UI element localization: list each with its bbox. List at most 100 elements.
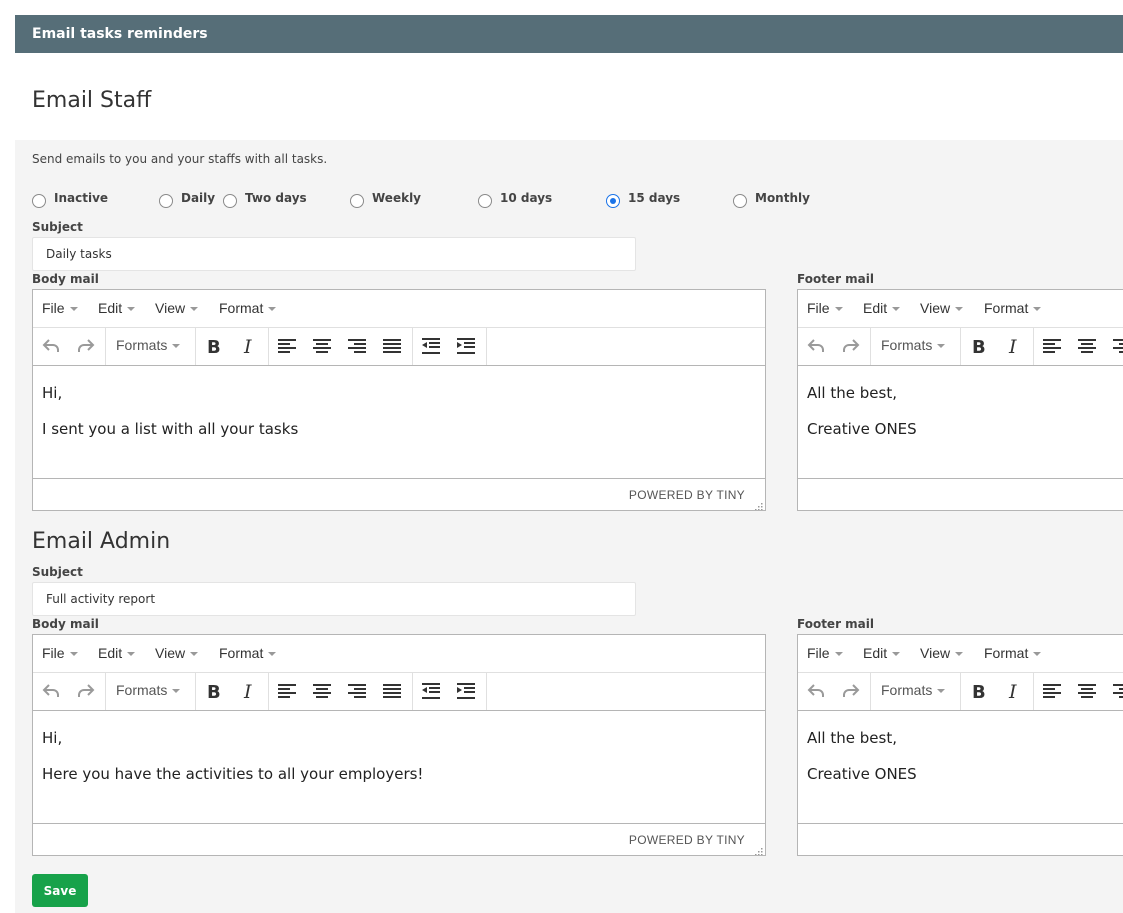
redo-button[interactable] [841,681,865,701]
italic-icon: I [1004,681,1028,701]
radio-weekly[interactable] [350,194,364,208]
indent-icon [456,681,480,701]
undo-icon [41,681,65,701]
formats-dropdown[interactable]: Formats [881,682,946,698]
bold-button[interactable]: B [968,681,992,701]
menu-format[interactable]: Format [984,645,1042,661]
editor-content[interactable]: All the best, Creative ONES [798,712,1123,822]
editor-paragraph: I sent you a list with all your tasks [42,420,299,438]
italic-button[interactable]: I [1004,681,1028,701]
menu-view[interactable]: View [920,645,964,661]
radio-monthly[interactable] [733,194,747,208]
menu-edit[interactable]: Edit [863,300,901,316]
menu-format[interactable]: Format [219,300,277,316]
menu-edit[interactable]: Edit [98,300,136,316]
bold-button[interactable]: B [968,336,992,356]
chevron-down-icon [937,689,946,694]
toolbar-divider [960,673,961,710]
undo-button[interactable] [41,336,65,356]
editor-content[interactable]: All the best, Creative ONES [798,367,1123,477]
chevron-down-icon [69,307,78,312]
menu-file[interactable]: File [807,645,843,661]
editor-content[interactable]: Hi, Here you have the activities to all y… [33,712,765,822]
align-center-icon [1077,336,1101,356]
outdent-button[interactable] [421,681,445,701]
align-right-button[interactable] [1112,681,1123,701]
staff-body-editor: File Edit View Format B I Formats Hi, I sent you… [32,289,766,511]
radio-two-days[interactable] [223,194,237,208]
undo-button[interactable] [806,681,830,701]
undo-button[interactable] [806,336,830,356]
align-justify-button[interactable] [382,681,406,701]
align-justify-button[interactable] [382,336,406,356]
align-center-button[interactable] [312,336,336,356]
menu-view[interactable]: View [155,645,199,661]
admin-subject-input[interactable]: Full activity report [32,582,636,616]
toolbar-divider [486,328,487,365]
radio-daily[interactable] [159,194,173,208]
powered-by-link[interactable]: POWERED BY TINY [629,488,745,502]
menu-file[interactable]: File [42,645,78,661]
undo-icon [806,681,830,701]
menu-file[interactable]: File [807,300,843,316]
radio-15-days[interactable] [606,194,620,208]
menu-view[interactable]: View [920,300,964,316]
formats-dropdown[interactable]: Formats [881,337,946,353]
align-left-button[interactable] [1042,681,1066,701]
redo-icon [841,681,865,701]
align-center-icon [1077,681,1101,701]
italic-button[interactable]: I [1004,336,1028,356]
menu-edit[interactable]: Edit [98,645,136,661]
align-center-button[interactable] [1077,681,1101,701]
menu-label: Edit [863,300,888,316]
redo-button[interactable] [841,336,865,356]
formats-dropdown[interactable]: Formats [116,337,181,353]
align-center-icon [312,336,336,356]
align-center-button[interactable] [1077,336,1101,356]
indent-button[interactable] [456,681,480,701]
save-button[interactable]: Save [32,874,88,907]
editor-toolbar: B I Formats [798,673,1123,711]
menu-file[interactable]: File [42,300,78,316]
align-left-button[interactable] [1042,336,1066,356]
formats-dropdown[interactable]: Formats [116,682,181,698]
editor-statusbar [798,823,1123,855]
italic-button[interactable]: I [239,681,263,701]
bold-button[interactable]: B [203,336,227,356]
align-left-button[interactable] [277,681,301,701]
indent-button[interactable] [456,336,480,356]
align-left-icon [277,681,301,701]
editor-content[interactable]: Hi, I sent you a list with all your tasks [33,367,765,477]
align-right-button[interactable] [1112,336,1123,356]
toolbar-divider [870,673,871,710]
outdent-icon [421,681,445,701]
align-right-button[interactable] [347,336,371,356]
powered-by-link[interactable]: POWERED BY TINY [629,833,745,847]
staff-subject-input[interactable]: Daily tasks [32,237,636,271]
bold-button[interactable]: B [203,681,227,701]
menu-format[interactable]: Format [219,645,277,661]
redo-button[interactable] [76,681,100,701]
resize-handle-icon[interactable] [753,843,763,855]
menu-edit[interactable]: Edit [863,645,901,661]
editor-toolbar: B I Formats [798,328,1123,366]
radio-10-days[interactable] [478,194,492,208]
italic-icon: I [239,336,263,356]
align-right-button[interactable] [347,681,371,701]
menu-label: View [155,300,186,316]
align-left-button[interactable] [277,336,301,356]
editor-toolbar: B I Formats [33,673,765,711]
align-left-icon [1042,336,1066,356]
italic-button[interactable]: I [239,336,263,356]
undo-button[interactable] [41,681,65,701]
toolbar-divider [1033,673,1034,710]
menu-format[interactable]: Format [984,300,1042,316]
align-center-button[interactable] [312,681,336,701]
redo-button[interactable] [76,336,100,356]
resize-handle-icon[interactable] [753,498,763,510]
indent-icon [456,336,480,356]
outdent-button[interactable] [421,336,445,356]
editor-menubar: File Edit View Format [33,290,765,328]
radio-inactive[interactable] [32,194,46,208]
menu-view[interactable]: View [155,300,199,316]
